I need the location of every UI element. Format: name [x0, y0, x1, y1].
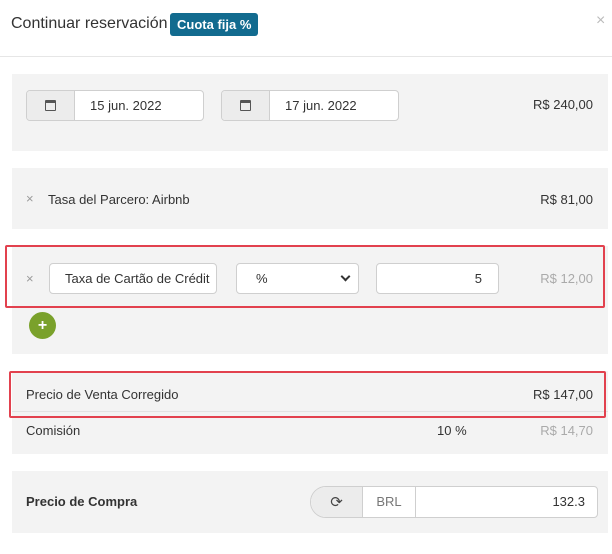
chevron-down-icon	[340, 271, 351, 282]
commission-amount: R$ 14,70	[540, 423, 593, 438]
remove-extra-fee-icon[interactable]: ×	[26, 271, 34, 286]
partner-fee-label: Tasa del Parcero: Airbnb	[48, 192, 190, 207]
modal-header: Continuar reservación Cuota fija % ×	[0, 0, 612, 57]
close-icon[interactable]: ×	[596, 12, 605, 30]
start-calendar-button[interactable]	[27, 91, 75, 120]
fee-type-select[interactable]: %	[236, 263, 359, 294]
start-date-picker[interactable]: 15 jun. 2022	[26, 90, 204, 121]
commission-percent: 10 %	[437, 423, 467, 438]
purchase-price-input[interactable]: 132.3	[416, 487, 597, 517]
fee-name-input[interactable]: Taxa de Cartão de Crédit	[49, 263, 217, 294]
modal-title: Continuar reservación	[11, 15, 168, 32]
purchase-price-label: Precio de Compra	[26, 494, 138, 509]
remove-fee-icon[interactable]: ×	[26, 191, 34, 206]
price-panel: Precio de Venta Corregido R$ 147,00 Comi…	[12, 371, 608, 454]
fee-value-input[interactable]: 5	[376, 263, 499, 294]
commission-label: Comisión	[26, 423, 81, 438]
currency-label: BRL	[363, 487, 416, 517]
extra-fee-panel: × Taxa de Cartão de Crédit % 5 R$ 12,00 …	[12, 246, 608, 354]
partner-fee-amount: R$ 81,00	[540, 192, 593, 207]
purchase-price-group: ⟳ BRL 132.3	[310, 486, 598, 518]
partner-fee-panel: × Tasa del Parcero: Airbnb R$ 81,00	[12, 168, 608, 229]
end-calendar-button[interactable]	[222, 91, 270, 120]
start-date-input[interactable]: 15 jun. 2022	[75, 91, 162, 120]
dates-amount: R$ 240,00	[533, 97, 593, 112]
end-date-picker[interactable]: 17 jun. 2022	[221, 90, 399, 121]
dates-panel: 15 jun. 2022 17 jun. 2022 R$ 240,00	[12, 74, 608, 151]
end-date-input[interactable]: 17 jun. 2022	[270, 91, 357, 120]
purchase-panel: Precio de Compra ⟳ BRL 132.3	[12, 471, 608, 533]
corrected-price-label: Precio de Venta Corregido	[26, 387, 179, 402]
fee-type-value: %	[256, 271, 268, 286]
corrected-price-amount: R$ 147,00	[533, 387, 593, 402]
extra-fee-amount: R$ 12,00	[540, 271, 593, 286]
calendar-icon	[45, 100, 56, 111]
fee-mode-badge[interactable]: Cuota fija %	[170, 13, 259, 36]
price-divider	[12, 411, 608, 412]
add-fee-button[interactable]: +	[29, 312, 56, 339]
calendar-icon	[240, 100, 251, 111]
refresh-icon[interactable]: ⟳	[311, 487, 363, 517]
